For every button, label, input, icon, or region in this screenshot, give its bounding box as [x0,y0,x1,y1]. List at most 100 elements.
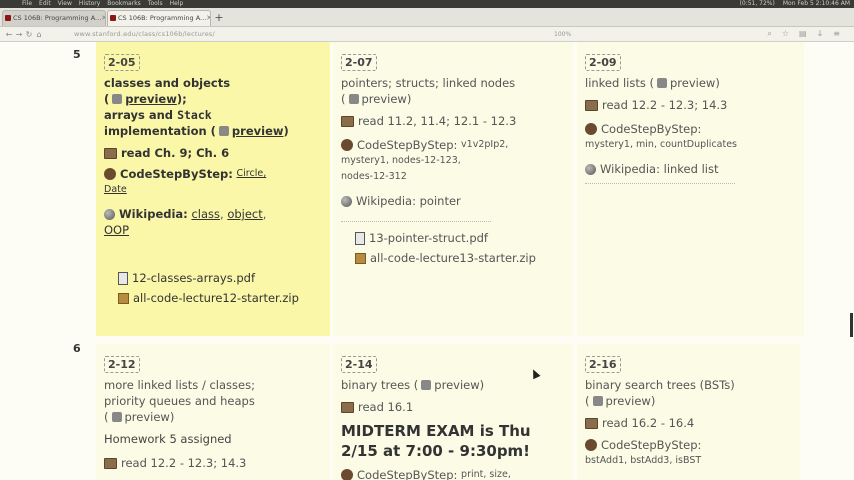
close-tab-icon[interactable]: ✕ [101,11,105,26]
csbs-link[interactable]: mystery1, [341,155,389,166]
book-icon [104,147,117,159]
clock: Mon Feb 5 2:10:46 AM [782,0,850,7]
week-number: 5 [73,48,81,61]
menu-history[interactable]: History [79,0,100,8]
book-icon [585,99,598,111]
menu-bookmarks[interactable]: Bookmarks [107,0,141,8]
wikipedia-icon [341,195,352,207]
wikipedia: Wikipedia: pointer [341,193,565,209]
csbs-link[interactable]: nodes-12-123, [392,155,461,166]
reading-text: read Ch. 9; Ch. 6 [121,146,230,160]
download-icon[interactable]: ↓ [817,29,824,39]
library-icon[interactable]: ▤ [799,29,807,39]
csbs-label: CodeStepByStep: [601,122,702,136]
preview-link[interactable]: preview [125,92,177,106]
title-text: binary trees ( [341,378,419,392]
preview-link[interactable]: preview [125,410,170,424]
csbs-link[interactable]: mystery1, [585,139,633,150]
menu-tools[interactable]: Tools [148,0,163,8]
csbs-items: Date [104,182,322,198]
week-number: 6 [73,342,81,355]
lecture-title: linked lists (preview) [585,76,720,90]
wiki-link[interactable]: linked list [664,161,719,177]
wikipedia-icon [104,208,115,220]
lecture-title: classes and objects [104,76,231,90]
codestepbystep: CodeStepByStep: [585,437,792,453]
menu-help[interactable]: Help [170,0,184,8]
bookmark-star-icon[interactable]: ☆ [782,29,789,39]
csbs-link[interactable]: nodes-12-312 [341,171,407,182]
home-icon[interactable]: ⌂ [34,30,44,39]
os-menubar: File Edit View History Bookmarks Tools H… [0,0,854,8]
reload-icon[interactable]: ↻ [24,30,34,39]
new-tab-button[interactable]: + [212,10,226,26]
csbs-items: bstAdd1, bstAdd3, isBST [585,453,792,469]
wiki-label: Wikipedia: [119,207,188,221]
preview-link[interactable]: preview [434,378,479,392]
book-icon [341,115,354,127]
zoom-level[interactable]: 100% [554,31,594,38]
file-link[interactable]: 13-pointer-struct.pdf [369,230,488,246]
midterm-notice: MIDTERM EXAM is Thu [341,422,531,440]
back-arrow-icon[interactable]: ← [4,30,14,39]
lecture-title: pointers; structs; linked nodes [341,76,516,90]
csbs-link[interactable]: countDuplicates [660,139,737,150]
search-icon[interactable]: ⌕ [767,29,771,39]
menu-icon[interactable]: ≡ [833,29,840,39]
system-tray: (0:51, 72%) Mon Feb 5 2:10:46 AM [740,0,850,8]
reading-text: read 16.2 - 16.4 [602,416,695,430]
lecture-cell-2-16: 2-16 binary search trees (BSTs) (preview… [577,344,800,480]
file-link[interactable]: all-code-lecture12-starter.zip [133,290,299,306]
wiki-link[interactable]: class [191,206,220,222]
nav-bar: ← → ↻ ⌂ www.stanford.edu/class/cs106b/le… [0,27,854,42]
menu-file[interactable]: File [22,0,32,8]
codestepbystep-icon [585,123,597,135]
divider [341,221,491,222]
scrollbar-thumb[interactable] [850,313,853,337]
csbs-link[interactable]: isBST [675,455,701,466]
file-link-row: all-code-lecture12-starter.zip [118,290,322,306]
codestepbystep-icon [104,168,116,180]
preview-icon [112,94,123,104]
wikipedia: Wikipedia: class, object, [104,206,322,222]
reading-text: read 16.1 [358,400,414,414]
wiki-link[interactable]: object [227,206,262,222]
menu-edit[interactable]: Edit [39,0,51,8]
csbs-link[interactable]: bstAdd3, [630,455,672,466]
file-link[interactable]: all-code-lecture13-starter.zip [370,250,536,266]
preview-link[interactable]: preview [606,394,651,408]
reading: read 11.2, 11.4; 12.1 - 12.3 [341,113,565,129]
reading: read 12.2 - 12.3; 14.3 [104,455,322,471]
lecture-cell-2-09: 2-09 linked lists (preview) read 12.2 - … [577,42,804,336]
reading-text: read 11.2, 11.4; 12.1 - 12.3 [358,114,517,128]
preview-link[interactable]: preview [670,76,715,90]
csbs-link[interactable]: bstAdd1, [585,455,627,466]
lecture-title: arrays and Stack [104,107,322,123]
browser-tab[interactable]: CS 106B: Programming A... ✕ [2,10,106,26]
app-menu: File Edit View History Bookmarks Tools H… [22,0,183,8]
preview-link[interactable]: preview [232,124,284,138]
lecture-title: binary search trees (BSTs) [585,378,735,392]
wiki-link[interactable]: pointer [420,193,461,209]
wikipedia-icon [585,163,596,175]
csbs-link[interactable]: Circle, [237,166,267,182]
wiki-items: OOP [104,222,322,238]
preview-link[interactable]: preview [362,92,407,106]
browser-tab-active[interactable]: CS 106B: Programming A... ✕ [107,10,211,26]
menu-view[interactable]: View [58,0,72,8]
csbs-label: CodeStepByStep: [357,468,458,480]
forward-arrow-icon[interactable]: → [14,30,24,39]
codestepbystep-icon [585,439,597,451]
csbs-link[interactable]: print, size, [461,467,511,480]
book-icon [585,417,598,429]
csbs-link[interactable]: Date [104,184,127,195]
url-bar[interactable]: www.stanford.edu/class/cs106b/lectures/ [74,30,554,38]
csbs-link[interactable]: min, [636,139,657,150]
preview-icon [111,412,122,422]
preview-icon [592,396,603,406]
csbs-link[interactable]: v1v2pIp2, [461,137,508,153]
close-tab-icon[interactable]: ✕ [206,11,210,26]
file-link[interactable]: 12-classes-arrays.pdf [132,270,255,286]
wiki-link[interactable]: OOP [104,223,129,237]
lecture-date: 2-09 [585,54,621,71]
